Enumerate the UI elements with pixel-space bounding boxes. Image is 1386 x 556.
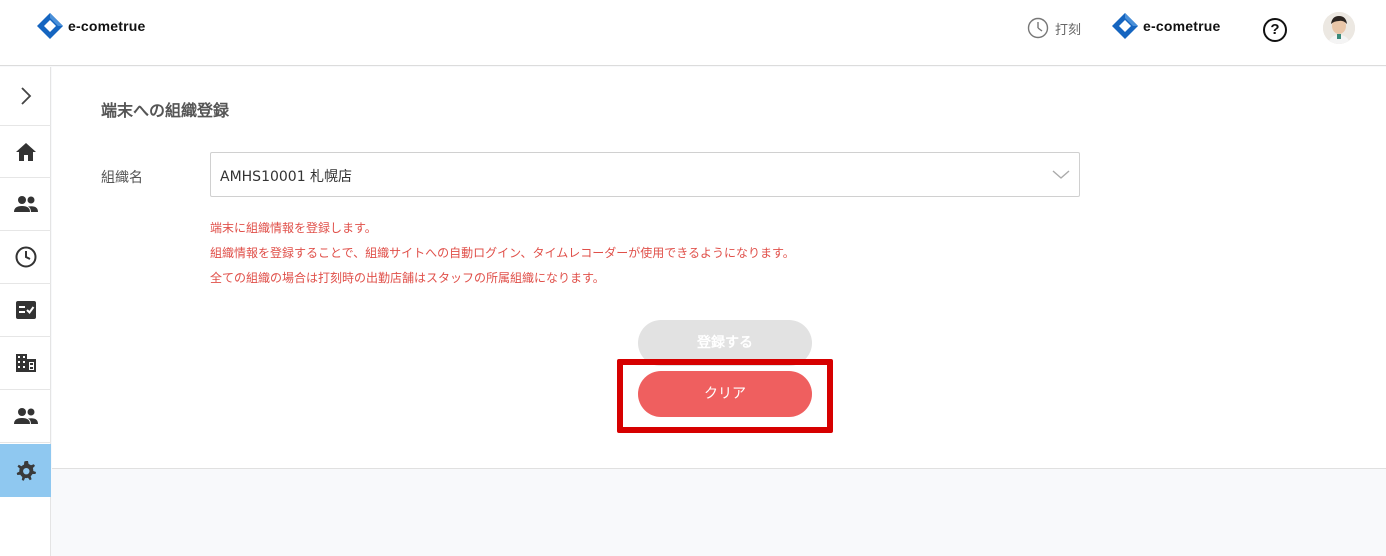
org-select[interactable]: AMHS10001 札幌店 — [210, 152, 1080, 197]
sidebar-item-staff[interactable] — [0, 178, 51, 231]
logo-diamond-icon — [37, 13, 63, 39]
note-line-2: 組織情報を登録することで、組織サイトへの自動ログイン、タイムレコーダーが使用でき… — [210, 246, 795, 260]
building-icon — [15, 354, 36, 372]
sidebar — [0, 67, 51, 556]
brand-logo-right[interactable]: e-cometrue — [1111, 12, 1220, 40]
page-title: 端末への組織登録 — [101, 101, 230, 120]
note-line-3: 全ての組織の場合は打刻時の出勤店舗はスタッフの所属組織になります。 — [210, 271, 605, 285]
sidebar-item-settings[interactable] — [0, 444, 51, 497]
sidebar-item-organization[interactable] — [0, 337, 51, 390]
user-avatar[interactable] — [1323, 12, 1355, 44]
org-select-value: AMHS10001 札幌店 — [220, 169, 353, 185]
highlight-box — [617, 359, 833, 433]
clock-icon — [1027, 17, 1049, 39]
note-line-1: 端末に組織情報を登録します。 — [210, 221, 377, 235]
avatar-icon — [1323, 12, 1355, 44]
sidebar-item-groups[interactable] — [0, 390, 51, 443]
gear-icon — [16, 460, 36, 481]
people-icon — [13, 196, 38, 212]
sidebar-item-attendance[interactable] — [0, 231, 51, 284]
main-panel: 端末への組織登録 組織名 AMHS10001 札幌店 端末に組織情報を登録します… — [52, 67, 1386, 469]
brand-name: e-cometrue — [68, 18, 146, 34]
org-name-label: 組織名 — [101, 170, 143, 186]
brand-name: e-cometrue — [1143, 18, 1221, 34]
checklist-icon — [15, 301, 36, 319]
chevron-right-icon — [20, 87, 31, 105]
sidebar-expand-toggle[interactable] — [0, 67, 51, 125]
logo-diamond-icon — [1112, 13, 1138, 39]
help-icon[interactable]: ? — [1263, 18, 1287, 42]
sidebar-item-home[interactable] — [0, 125, 51, 178]
home-icon — [15, 142, 36, 161]
clock-icon — [15, 246, 36, 268]
chevron-down-icon — [1052, 170, 1070, 179]
group-icon — [13, 408, 38, 424]
time-stamp-label: 打刻 — [1055, 22, 1082, 38]
top-header: e-cometrue 打刻 e-cometrue ? — [0, 0, 1386, 66]
sidebar-item-tasks[interactable] — [0, 284, 51, 337]
time-stamp-button[interactable]: 打刻 — [1027, 17, 1081, 39]
brand-logo-left[interactable]: e-cometrue — [36, 12, 145, 40]
